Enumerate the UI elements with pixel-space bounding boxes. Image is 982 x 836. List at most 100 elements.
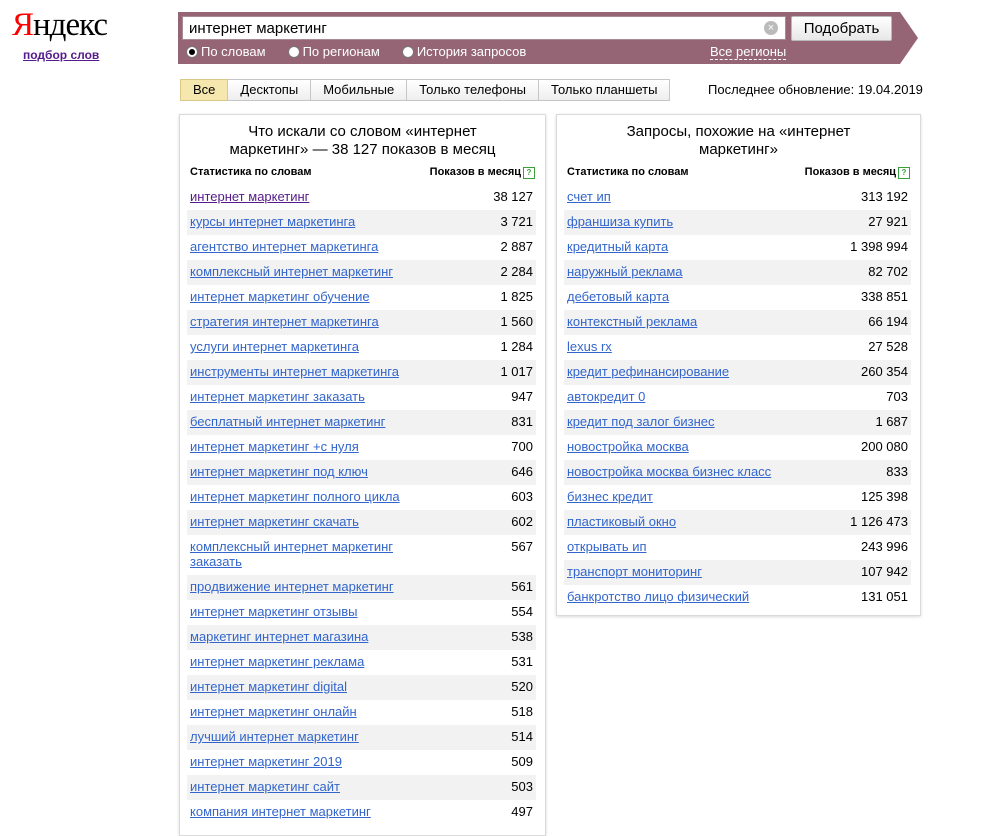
impressions-count: 3 721 <box>500 214 533 229</box>
impressions-count: 602 <box>511 514 533 529</box>
impressions-count: 947 <box>511 389 533 404</box>
keyword-link[interactable]: новостройка москва <box>567 439 782 454</box>
keyword-link[interactable]: интернет маркетинг заказать <box>190 389 405 404</box>
keyword-link[interactable]: интернет маркетинг обучение <box>190 289 405 304</box>
device-tab[interactable]: Десктопы <box>228 79 312 101</box>
keyword-link[interactable]: lexus rx <box>567 339 782 354</box>
impressions-count: 831 <box>511 414 533 429</box>
impressions-count: 509 <box>511 754 533 769</box>
impressions-count: 561 <box>511 579 533 594</box>
table-row: интернет маркетинг отзывы 554 <box>187 600 536 625</box>
keyword-link[interactable]: дебетовый карта <box>567 289 782 304</box>
search-mode-radio[interactable]: История запросов <box>401 44 526 59</box>
impressions-count: 1 284 <box>500 339 533 354</box>
table-row: новостройка москва 200 080 <box>564 435 911 460</box>
table-row: бизнес кредит 125 398 <box>564 485 911 510</box>
keyword-link[interactable]: бесплатный интернет маркетинг <box>190 414 405 429</box>
keyword-link[interactable]: интернет маркетинг реклама <box>190 654 405 669</box>
keyword-link[interactable]: автокредит 0 <box>567 389 782 404</box>
keyword-link[interactable]: кредитный карта <box>567 239 782 254</box>
keyword-link[interactable]: франшиза купить <box>567 214 782 229</box>
impressions-count: 338 851 <box>861 289 908 304</box>
device-tab[interactable]: Только телефоны <box>407 79 540 101</box>
logo-first-letter: Я <box>12 7 34 43</box>
keyword-link[interactable]: интернет маркетинг <box>190 189 405 204</box>
keyword-link[interactable]: инструменты интернет маркетинга <box>190 364 405 379</box>
keyword-link[interactable]: транспорт мониторинг <box>567 564 782 579</box>
keyword-link[interactable]: кредит рефинансирование <box>567 364 782 379</box>
keyword-link[interactable]: кредит под залог бизнес <box>567 414 782 429</box>
table-row: интернет маркетинг под ключ 646 <box>187 460 536 485</box>
column-header: Статистика по словам Показов в месяц ? <box>567 166 910 182</box>
keyword-link[interactable]: интернет маркетинг сайт <box>190 779 405 794</box>
column-phrase-header: Статистика по словам <box>190 166 312 178</box>
table-row: интернет маркетинг заказать 947 <box>187 385 536 410</box>
submit-button[interactable]: Подобрать <box>791 16 892 41</box>
keyword-link[interactable]: интернет маркетинг +с нуля <box>190 439 405 454</box>
table-row: дебетовый карта 338 851 <box>564 285 911 310</box>
device-tab[interactable]: Мобильные <box>311 79 408 101</box>
impressions-count: 27 528 <box>868 339 908 354</box>
keyword-link[interactable]: счет ип <box>567 189 782 204</box>
table-row: lexus rx 27 528 <box>564 335 911 360</box>
keyword-link[interactable]: интернет маркетинг онлайн <box>190 704 405 719</box>
table-row: кредитный карта 1 398 994 <box>564 235 911 260</box>
impressions-count: 1 398 994 <box>850 239 908 254</box>
table-row: пластиковый окно 1 126 473 <box>564 510 911 535</box>
table-row: лучший интернет маркетинг 514 <box>187 725 536 750</box>
impressions-count: 514 <box>511 729 533 744</box>
table-row: комплексный интернет маркетинг заказать 5… <box>187 535 536 575</box>
keyword-link[interactable]: компания интернет маркетинг <box>190 804 405 819</box>
impressions-count: 66 194 <box>868 314 908 329</box>
table-row: наружный реклама 82 702 <box>564 260 911 285</box>
help-icon[interactable]: ? <box>523 167 535 179</box>
table-row: интернет маркетинг обучение 1 825 <box>187 285 536 310</box>
keyword-link[interactable]: услуги интернет маркетинга <box>190 339 405 354</box>
keyword-link[interactable]: маркетинг интернет магазина <box>190 629 405 644</box>
table-row: интернет маркетинг онлайн 518 <box>187 700 536 725</box>
keyword-link[interactable]: агентство интернет маркетинга <box>190 239 405 254</box>
table-row: услуги интернет маркетинга 1 284 <box>187 335 536 360</box>
table-row: открывать ип 243 996 <box>564 535 911 560</box>
table-row: продвижение интернет маркетинг 561 <box>187 575 536 600</box>
keyword-link[interactable]: интернет маркетинг отзывы <box>190 604 405 619</box>
impressions-count: 38 127 <box>493 189 533 204</box>
device-tab[interactable]: Только планшеты <box>539 79 671 101</box>
keyword-stats-panel: Что искали со словом «интернет маркетинг… <box>179 114 546 836</box>
keyword-link[interactable]: интернет маркетинг 2019 <box>190 754 405 769</box>
radio-dot-icon <box>401 45 414 58</box>
clear-search-icon[interactable]: × <box>764 21 778 35</box>
keyword-link[interactable]: открывать ип <box>567 539 782 554</box>
yandex-logo[interactable]: Яндекс <box>12 6 108 44</box>
search-input[interactable] <box>182 16 786 40</box>
device-tab[interactable]: Все <box>180 79 229 101</box>
impressions-count: 497 <box>511 804 533 819</box>
keyword-link[interactable]: наружный реклама <box>567 264 782 279</box>
keyword-link[interactable]: интернет маркетинг полного цикла <box>190 489 405 504</box>
all-regions-link[interactable]: Все регионы <box>710 44 787 60</box>
keyword-link[interactable]: интернет маркетинг digital <box>190 679 405 694</box>
keyword-link[interactable]: интернет маркетинг под ключ <box>190 464 405 479</box>
keyword-link[interactable]: банкротство лицо физический <box>567 589 782 604</box>
search-mode-radio[interactable]: По словам <box>186 44 266 59</box>
help-icon[interactable]: ? <box>898 167 910 179</box>
table-row: курсы интернет маркетинга 3 721 <box>187 210 536 235</box>
table-row: банкротство лицо физический 131 051 <box>564 585 911 610</box>
keyword-link[interactable]: бизнес кредит <box>567 489 782 504</box>
keyword-link[interactable]: продвижение интернет маркетинг <box>190 579 405 594</box>
keyword-link[interactable]: интернет маркетинг скачать <box>190 514 405 529</box>
table-row: кредит рефинансирование 260 354 <box>564 360 911 385</box>
search-mode-radio[interactable]: По регионам <box>287 44 380 59</box>
keyword-link[interactable]: комплексный интернет маркетинг заказать <box>190 539 405 569</box>
keyword-link[interactable]: стратегия интернет маркетинга <box>190 314 405 329</box>
similar-queries-table: счет ип 313 192 франшиза купить 27 921 креди… <box>564 185 911 610</box>
service-name-link[interactable]: подбор слов <box>23 48 99 62</box>
keyword-link[interactable]: комплексный интернет маркетинг <box>190 264 405 279</box>
radio-label: По словам <box>201 44 266 59</box>
keyword-link[interactable]: лучший интернет маркетинг <box>190 729 405 744</box>
table-row: автокредит 0 703 <box>564 385 911 410</box>
keyword-link[interactable]: пластиковый окно <box>567 514 782 529</box>
keyword-link[interactable]: курсы интернет маркетинга <box>190 214 405 229</box>
keyword-link[interactable]: контекстный реклама <box>567 314 782 329</box>
keyword-link[interactable]: новостройка москва бизнес класс <box>567 464 782 479</box>
